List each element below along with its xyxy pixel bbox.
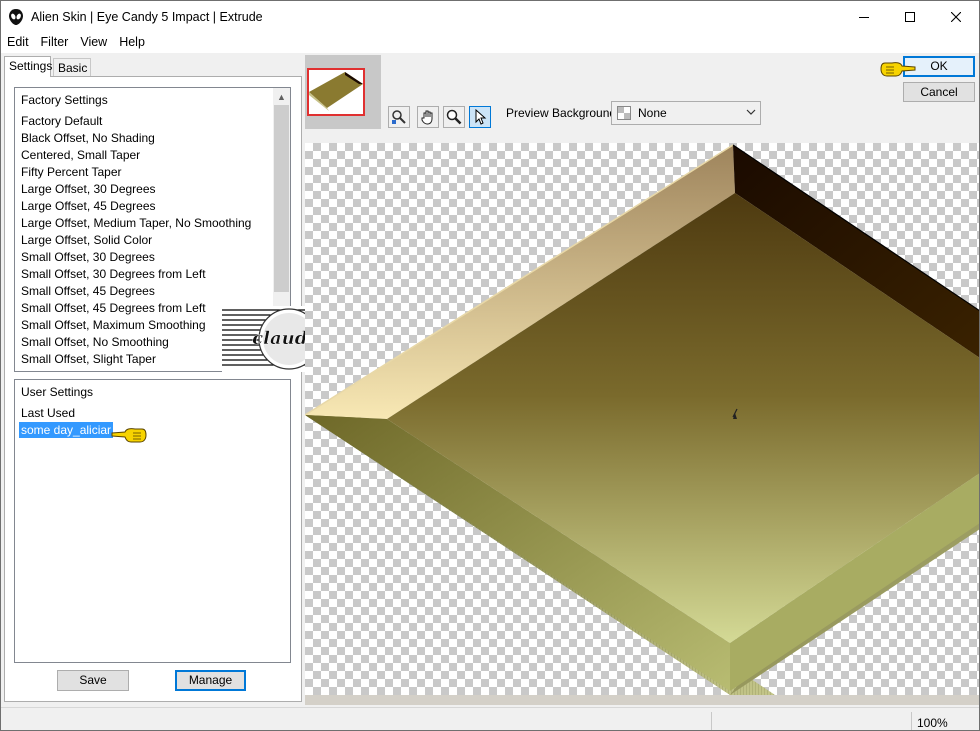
menu-filter[interactable]: Filter — [35, 33, 75, 53]
zoom-icon — [446, 109, 462, 125]
preview-background-select[interactable]: None — [611, 101, 761, 125]
pan-zoom-icon — [392, 110, 406, 124]
preview-canvas[interactable] — [305, 143, 979, 695]
menu-view[interactable]: View — [74, 33, 113, 53]
user-settings-header: User Settings — [21, 385, 94, 399]
user-settings-list[interactable]: User Settings Last Used some day_aliciar — [14, 379, 291, 663]
thumbnail-image — [309, 72, 363, 114]
extruded-shape-preview — [305, 144, 979, 695]
settings-panel: Factory Settings Factory Default Black O… — [4, 76, 302, 702]
close-icon — [951, 12, 961, 22]
manage-button[interactable]: Manage — [175, 670, 246, 691]
chevron-down-icon — [746, 109, 756, 115]
tab-settings[interactable]: Settings — [4, 56, 52, 77]
list-item[interactable]: Large Offset, Solid Color — [21, 232, 270, 249]
menu-help[interactable]: Help — [113, 33, 151, 53]
close-button[interactable] — [933, 1, 979, 33]
maximize-icon — [905, 12, 915, 22]
list-item[interactable]: Large Offset, 30 Degrees — [21, 181, 270, 198]
list-item[interactable]: Fifty Percent Taper — [21, 164, 270, 181]
save-button[interactable]: Save — [57, 670, 129, 691]
list-item[interactable]: Small Offset, 30 Degrees from Left — [21, 266, 270, 283]
list-item[interactable]: Centered, Small Taper — [21, 147, 270, 164]
zoom-level: 100% — [917, 716, 948, 730]
background-swatch — [617, 106, 631, 120]
list-item[interactable]: Last Used — [21, 405, 270, 422]
list-item[interactable]: Small Offset, 45 Degrees — [21, 283, 270, 300]
select-tool-button[interactable] — [469, 106, 491, 128]
minimize-button[interactable] — [841, 1, 887, 33]
scroll-up-icon[interactable]: ▲ — [273, 88, 290, 105]
menu-edit[interactable]: Edit — [1, 33, 35, 53]
list-item[interactable]: Black Offset, No Shading — [21, 130, 270, 147]
title-bar[interactable]: Alien Skin | Eye Candy 5 Impact | Extrud… — [1, 1, 979, 33]
list-item[interactable]: Small Offset, 30 Degrees — [21, 249, 270, 266]
navigator-thumbnail[interactable] — [307, 68, 365, 116]
preview-scroll-strip — [305, 695, 979, 705]
factory-settings-header: Factory Settings — [21, 93, 108, 107]
status-bar: 100% — [1, 707, 979, 730]
menu-bar: Edit Filter View Help — [1, 33, 979, 53]
list-item[interactable]: Large Offset, Medium Taper, No Smoothing — [21, 215, 270, 232]
arrow-pointer-icon — [475, 109, 487, 125]
status-divider — [911, 712, 912, 730]
zoom-tool-button[interactable] — [443, 106, 465, 128]
selected-item-label: some day_aliciar — [19, 422, 114, 438]
list-item[interactable]: Factory Default — [21, 113, 270, 130]
hand-tool-button[interactable] — [417, 106, 439, 128]
eye-candy-window: Alien Skin | Eye Candy 5 Impact | Extrud… — [0, 0, 980, 731]
pointing-hand-icon — [880, 62, 916, 77]
window-title: Alien Skin | Eye Candy 5 Impact | Extrud… — [31, 10, 263, 24]
minimize-icon — [859, 17, 869, 18]
pan-zoom-button[interactable] — [388, 106, 410, 128]
pointing-hand-icon — [111, 428, 147, 443]
scrollbar-thumb[interactable] — [274, 105, 289, 292]
preview-background-label: Preview Background: — [506, 106, 620, 120]
user-list-scrollbar — [273, 380, 290, 662]
tab-basic[interactable]: Basic — [53, 58, 91, 76]
list-item[interactable]: Large Offset, 45 Degrees — [21, 198, 270, 215]
navigator-frame — [305, 55, 381, 129]
hand-icon — [421, 110, 433, 125]
maximize-button[interactable] — [887, 1, 933, 33]
alien-head-icon — [9, 9, 23, 25]
status-divider — [711, 712, 712, 730]
preview-background-value: None — [638, 106, 667, 120]
cancel-button[interactable]: Cancel — [903, 82, 975, 102]
